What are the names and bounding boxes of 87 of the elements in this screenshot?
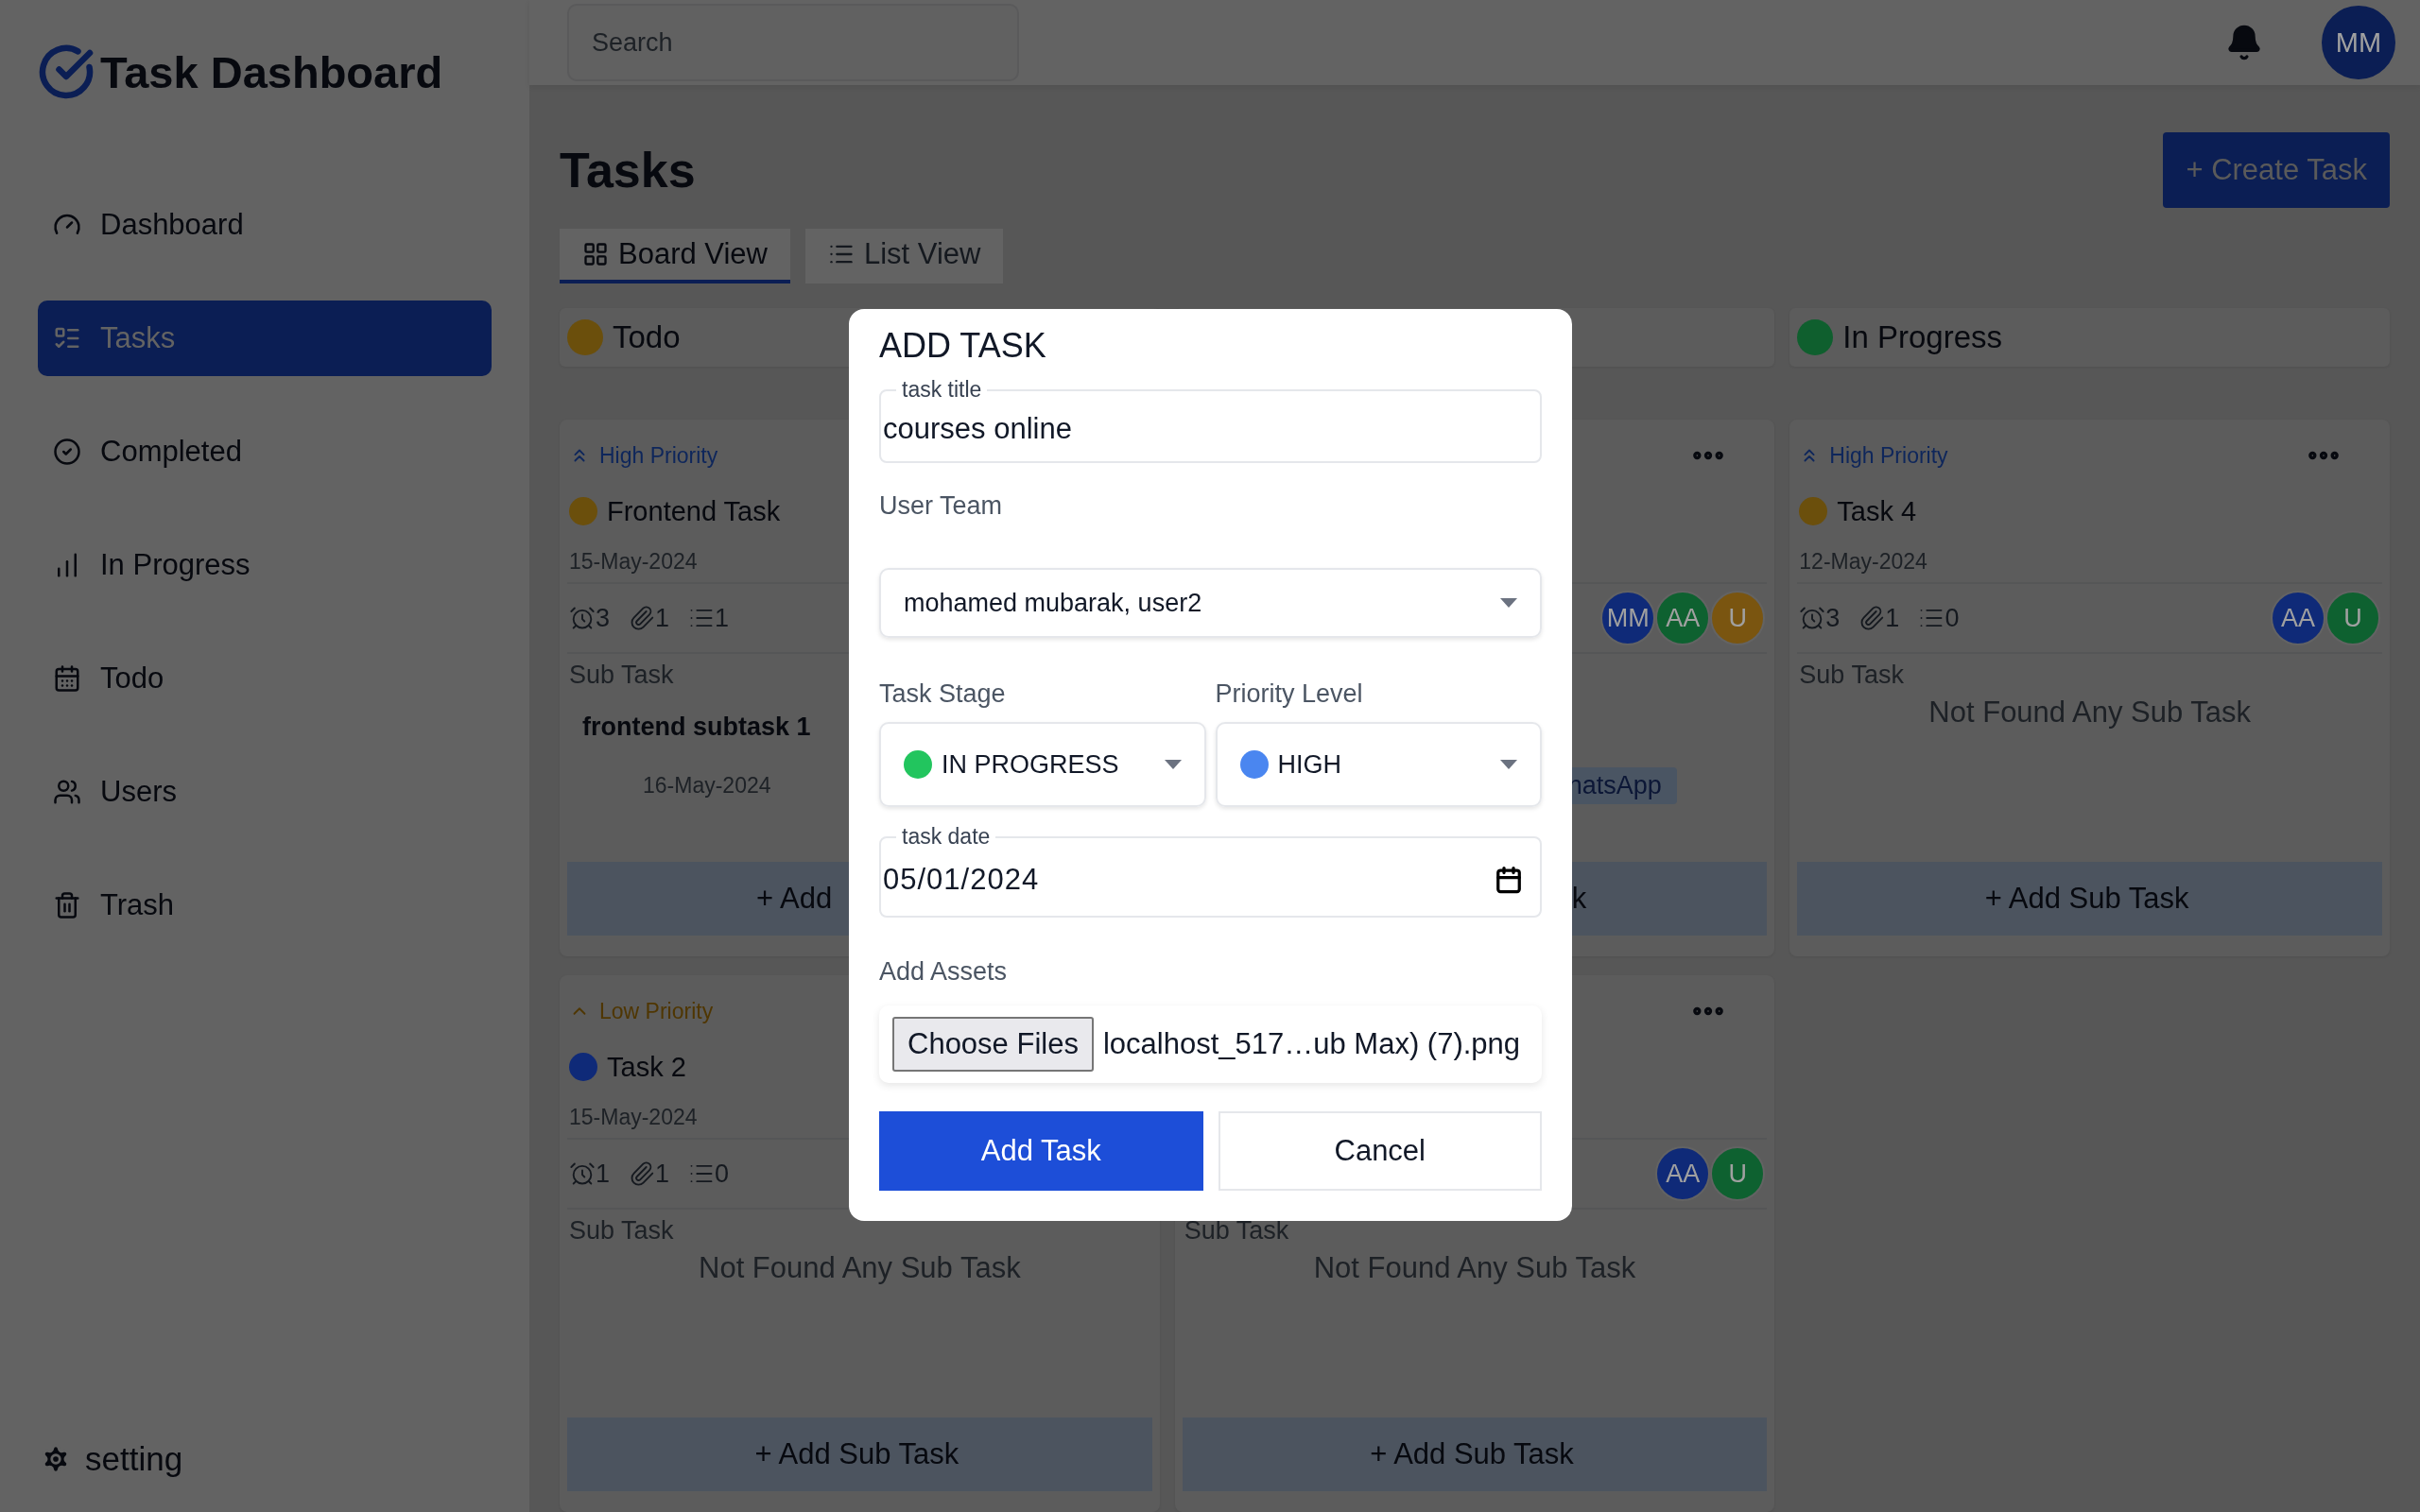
task-stage-select[interactable]: IN PROGRESS <box>879 722 1206 807</box>
caret-icon <box>1164 760 1182 769</box>
create-task-button[interactable]: + Create Task <box>2163 132 2390 208</box>
count-label: 0 <box>688 1159 730 1189</box>
count-label: 1 <box>1858 603 1900 633</box>
settings-link[interactable]: setting <box>38 1440 492 1478</box>
sidebar-item[interactable]: Trash <box>38 868 492 943</box>
users-icon <box>53 778 81 806</box>
user-avatar: AA <box>2271 591 2325 645</box>
title-input[interactable]: courses online <box>881 403 1540 455</box>
user-avatar[interactable]: MM <box>2320 4 2397 81</box>
alarm-clock-icon <box>1799 605 1826 631</box>
section-label: Sub Task <box>1184 1215 1289 1246</box>
priority-label: Low Priority <box>569 998 714 1024</box>
subtask-date: 16-May-2024 <box>643 772 771 799</box>
app-title: Task Dashboard <box>100 45 443 98</box>
cancel-button[interactable]: Cancel <box>1218 1111 1542 1191</box>
add-subtask-button[interactable]: + Add Sub Task <box>1182 1418 1768 1491</box>
caret-icon <box>1500 760 1517 769</box>
sidebar-item[interactable]: In Progress <box>38 527 492 603</box>
field-label: User Team <box>879 491 1004 521</box>
task-title-field[interactable]: task title courses online <box>879 377 1542 463</box>
count-label: 1 <box>629 603 670 633</box>
add-subtask-button[interactable]: + Add Sub Task <box>567 1418 1152 1491</box>
task-title: Frontend Task <box>607 495 781 527</box>
calendar-icon[interactable] <box>1495 866 1523 894</box>
subtask-title: frontend subtask 1 <box>582 712 811 742</box>
user-team-select[interactable]: mohamed mubarak, user2 <box>879 568 1542 638</box>
task-date: 15-May-2024 <box>569 1104 698 1130</box>
empty-message: Not Found Any Sub Task <box>1312 1251 1637 1285</box>
page-title: Tasks <box>560 142 696 198</box>
date-input[interactable]: 05/01/2024 <box>881 850 1495 910</box>
view-tab[interactable]: Board View <box>560 229 790 284</box>
dialog-title: ADD TASK <box>879 326 1047 366</box>
user-avatar: U <box>2325 591 2380 645</box>
sidebar-item[interactable]: Todo <box>38 641 492 716</box>
paperclip-icon <box>1858 605 1886 631</box>
alarm-clock-icon <box>569 605 596 631</box>
grid-icon <box>582 241 609 267</box>
user-avatar: MM <box>1600 591 1656 645</box>
column-title: Todo <box>613 319 681 355</box>
logo-icon <box>38 43 95 100</box>
task-title: Task 4 <box>1837 495 1917 527</box>
paperclip-icon <box>629 605 656 631</box>
sidebar-item[interactable]: Tasks <box>38 301 492 376</box>
bell-icon[interactable] <box>2225 24 2263 61</box>
empty-message: Not Found Any Sub Task <box>1927 696 2252 730</box>
task-date: 12-May-2024 <box>1799 548 1927 575</box>
sidebar-item[interactable]: Users <box>38 754 492 830</box>
count-label: 0 <box>1918 603 1960 633</box>
count-label: 3 <box>569 603 611 633</box>
section-label: Sub Task <box>569 660 674 690</box>
user-avatar: U <box>1710 1146 1766 1201</box>
file-name: localhost_517…ub Max) (7).png <box>1102 1027 1521 1061</box>
trash-icon <box>53 891 81 919</box>
column-title: In Progress <box>1842 319 2003 355</box>
task-date-field[interactable]: task date 05/01/2024 <box>879 824 1542 918</box>
section-label: Sub Task <box>1799 660 1904 690</box>
priority-label: High Priority <box>1799 442 1948 469</box>
user-avatar: AA <box>1655 1146 1711 1201</box>
priority-select[interactable]: HIGH <box>1215 722 1542 807</box>
check-circle-icon <box>53 438 81 466</box>
count-label: 1 <box>688 603 730 633</box>
priority-label: High Priority <box>569 442 718 469</box>
user-avatar: AA <box>1655 591 1711 645</box>
choose-files-button[interactable]: Choose Files <box>892 1017 1094 1072</box>
field-label: Task Stage <box>879 679 1007 709</box>
add-task-button[interactable]: Add Task <box>879 1111 1203 1191</box>
section-label: Sub Task <box>569 1215 674 1246</box>
sidebar-item[interactable]: Completed <box>38 414 492 490</box>
empty-message: Not Found Any Sub Task <box>698 1251 1022 1285</box>
sidebar-item[interactable]: Dashboard <box>38 187 492 263</box>
calendar-icon <box>53 664 81 693</box>
task-title: Task 2 <box>607 1051 686 1083</box>
paperclip-icon <box>629 1160 656 1187</box>
count-label: 1 <box>569 1159 611 1189</box>
field-label: Priority Level <box>1215 679 1364 709</box>
search-field[interactable]: Search <box>567 4 1019 81</box>
field-label: Add Assets <box>879 957 1009 987</box>
caret-icon <box>1500 598 1517 608</box>
count-label: 3 <box>1799 603 1841 633</box>
count-label: 1 <box>629 1159 670 1189</box>
task-date: 15-May-2024 <box>569 548 698 575</box>
add-subtask-button[interactable]: + Add Sub Task <box>1797 862 2382 936</box>
view-tab[interactable]: List View <box>804 229 1004 284</box>
user-avatar: U <box>1710 591 1766 645</box>
alarm-clock-icon <box>569 1160 596 1187</box>
